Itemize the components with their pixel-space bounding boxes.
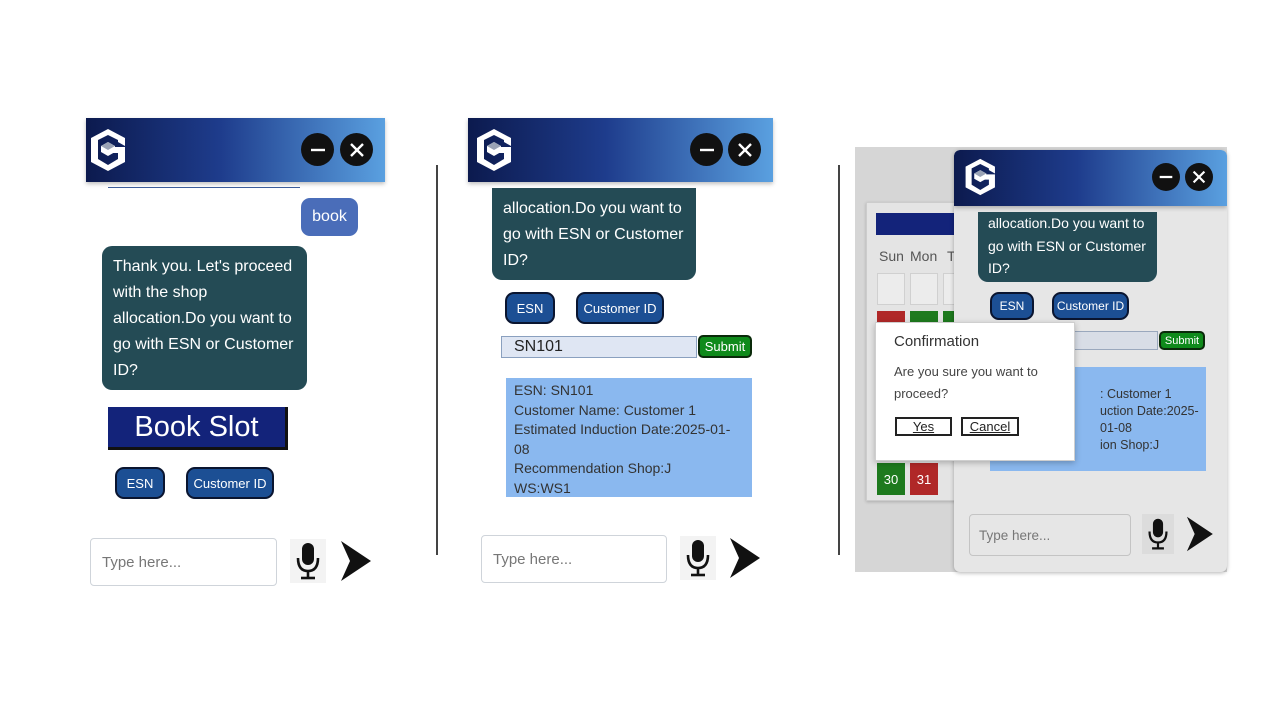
bot-message: allocation.Do you want to go with ESN or… <box>492 188 696 280</box>
bot-message-line: ID? <box>988 260 1010 276</box>
calendar-date[interactable]: 31 <box>910 463 938 495</box>
customer-id-button[interactable]: Customer ID <box>576 292 664 324</box>
confirmation-dialog: Confirmation Are you sure you want to pr… <box>875 322 1075 461</box>
microphone-icon <box>1148 518 1168 550</box>
close-button[interactable] <box>1185 163 1213 191</box>
close-icon <box>349 142 364 157</box>
calendar-cell[interactable] <box>910 273 938 305</box>
info-card: ESN: SN101 Customer Name: Customer 1 Est… <box>506 378 752 497</box>
user-message: book <box>301 198 358 236</box>
bot-message-line: go with ESN or Customer <box>113 336 294 353</box>
info-line: WS:WS1 <box>514 479 571 496</box>
yes-button[interactable]: Yes <box>895 417 952 436</box>
bot-message-line: ID? <box>503 252 528 269</box>
close-button[interactable] <box>728 133 761 166</box>
send-icon[interactable] <box>727 536 761 580</box>
submit-button[interactable]: Submit <box>698 335 752 358</box>
bot-message-line: allocation.Do you want to <box>988 215 1145 231</box>
chat-header <box>468 118 773 182</box>
esn-button[interactable]: ESN <box>115 467 165 499</box>
bot-message-line: ID? <box>113 362 138 379</box>
info-line: Estimated Induction Date:2025-01-08 <box>514 421 731 457</box>
info-line: Customer Name: Customer 1 <box>514 401 697 418</box>
divider <box>838 165 840 555</box>
esn-button[interactable]: ESN <box>505 292 555 324</box>
bot-message-line: with the shop <box>113 284 208 301</box>
company-logo <box>91 129 125 171</box>
info-line: ion Shop:J <box>1100 438 1160 452</box>
company-logo <box>965 158 995 196</box>
customer-id-button[interactable]: Customer ID <box>1052 292 1129 320</box>
message-input[interactable]: Type here... <box>969 514 1131 556</box>
chat-header <box>86 118 385 182</box>
calendar-day: Sun <box>879 248 904 264</box>
microphone-icon <box>296 543 320 580</box>
microphone-icon <box>686 540 710 577</box>
microphone-button[interactable] <box>680 536 716 580</box>
minimize-icon <box>310 148 325 151</box>
close-icon <box>1192 170 1206 184</box>
book-slot-button[interactable]: Book Slot <box>108 407 288 450</box>
calendar-date[interactable]: 30 <box>877 463 905 495</box>
chat-header <box>954 150 1227 206</box>
bot-message-line: Thank you. Let's proceed <box>113 258 293 275</box>
bot-message: Thank you. Let's proceed with the shop a… <box>102 246 307 390</box>
message-input[interactable]: Type here... <box>90 538 277 586</box>
bot-message-line: allocation.Do you want to <box>113 310 292 327</box>
minimize-button[interactable] <box>1152 163 1180 191</box>
cancel-button[interactable]: Cancel <box>961 417 1019 436</box>
calendar-day: Mon <box>910 248 938 264</box>
minimize-button[interactable] <box>301 133 334 166</box>
calendar-cell[interactable] <box>877 273 905 305</box>
esn-input[interactable]: SN101 <box>501 336 697 358</box>
send-icon[interactable] <box>1184 515 1214 553</box>
close-button[interactable] <box>340 133 373 166</box>
submit-button[interactable]: Submit <box>1159 331 1205 350</box>
bot-message-line: go with ESN or Customer <box>988 237 1146 254</box>
chat-window-2: allocation.Do you want to go with ESN or… <box>468 118 773 600</box>
send-icon[interactable] <box>338 539 372 583</box>
dialog-title: Confirmation <box>894 333 980 350</box>
close-icon <box>737 142 752 157</box>
minimize-button[interactable] <box>690 133 723 166</box>
microphone-button[interactable] <box>1142 514 1174 554</box>
message-input[interactable]: Type here... <box>481 535 667 583</box>
dialog-message-line: proceed? <box>894 386 949 401</box>
customer-id-button[interactable]: Customer ID <box>186 467 274 499</box>
company-logo <box>477 129 511 171</box>
bot-message: allocation.Do you want to go with ESN or… <box>978 212 1157 282</box>
info-line: Recommendation Shop:J <box>514 460 672 476</box>
divider <box>436 165 438 555</box>
dialog-message: Are you sure you want to proceed? <box>894 361 1038 405</box>
info-line: uction Date:2025-01-08 <box>1100 404 1199 435</box>
chat-window-1: book Thank you. Let's proceed with the s… <box>86 118 385 600</box>
dialog-message-line: Are you sure you want to <box>894 364 1038 379</box>
bot-message-line: go with ESN or Customer <box>503 226 684 243</box>
minimize-icon <box>699 148 714 151</box>
bot-message-line: allocation.Do you want to <box>503 200 682 217</box>
scroll-edge <box>108 187 300 188</box>
minimize-icon <box>1159 175 1173 179</box>
info-line: ESN: SN101 <box>514 382 594 398</box>
esn-button[interactable]: ESN <box>990 292 1034 320</box>
microphone-button[interactable] <box>290 539 326 583</box>
info-line: : Customer 1 <box>1100 387 1172 401</box>
